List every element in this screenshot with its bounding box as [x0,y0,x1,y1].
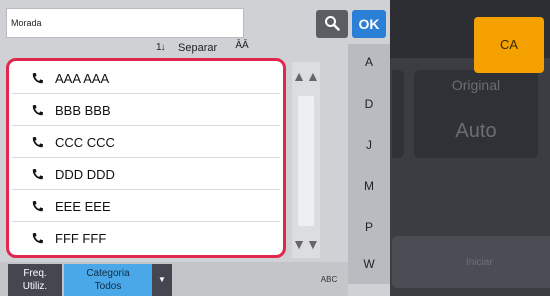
contact-list-item[interactable]: CCC CCC [12,127,280,158]
contact-list-area: AAA AAA BBB BBB CCC CCC DDD DDD EEE EEE … [6,58,286,258]
background-panel [392,70,404,158]
tab-category-line1: Categoria [86,268,130,279]
original-value: Auto [455,120,497,142]
abc-button[interactable]: ABC [316,268,342,292]
tab-frequent-use-line1: Freq. [23,268,47,279]
alphabet-index-item[interactable]: W [348,252,390,276]
sort-button[interactable]: 1↓ Separar [150,40,222,58]
ok-button[interactable]: OK [352,10,386,38]
tab-frequent-use-line2: Utiliz. [22,281,48,292]
double-chevron-up-icon[interactable]: ▲▲ [292,62,320,90]
contact-list-item[interactable]: FFF FFF [12,223,280,254]
list-scrollbar: ▲▲ ▼▼ [292,62,320,258]
tab-category-line2: Todos [94,281,122,292]
alphabet-index-item[interactable]: A [348,50,390,74]
az-sort-icon[interactable]: ĀĀ [230,40,254,58]
original-setting-card: Original Auto [414,70,538,158]
contact-name: CCC CCC [55,135,115,150]
phone-icon [32,136,44,148]
scroll-track[interactable] [298,96,314,226]
search-icon [325,16,340,31]
phone-icon [32,232,44,244]
tab-category[interactable]: Categoria Todos [64,264,152,296]
contact-list: AAA AAA BBB BBB CCC CCC DDD DDD EEE EEE … [6,58,286,258]
contact-name: FFF FFF [55,231,107,246]
alphabet-index-item[interactable]: J [348,133,390,157]
address-book-dialog: Morada OK 1↓ Separar ĀĀ AAA AAA BBB BBB [0,0,390,296]
alphabet-index-item[interactable]: P [348,215,390,239]
contact-name: BBB BBB [55,103,111,118]
tab-frequent-use[interactable]: Freq. Utiliz. [8,264,62,296]
double-chevron-down-icon[interactable]: ▼▼ [292,230,320,258]
contact-list-item[interactable]: AAA AAA [12,63,280,94]
contact-list-item[interactable]: EEE EEE [12,191,280,222]
alphabet-index-item[interactable]: M [348,174,390,198]
chevron-down-icon[interactable]: ▼ [152,264,172,296]
contact-name: EEE EEE [55,199,111,214]
phone-icon [32,104,44,116]
bottom-bar: Freq. Utiliz. Categoria Todos ▼ ABC [0,262,348,296]
sort-label: Separar [178,42,218,54]
contact-name: AAA AAA [55,71,110,86]
contact-list-item[interactable]: BBB BBB [12,95,280,126]
phone-icon [32,200,44,212]
search-field[interactable]: Morada [6,8,244,38]
ca-button[interactable]: CA [474,17,544,73]
search-field-label: Morada [11,18,42,28]
alphabet-index-item[interactable]: D [348,92,390,116]
contact-list-item[interactable]: DDD DDD [12,159,280,190]
search-button[interactable] [316,10,348,38]
iniciar-label: Iniciar [466,257,493,268]
alphabet-index: A D J M P W [348,44,390,284]
phone-icon [32,168,44,180]
phone-icon [32,72,44,84]
contact-name: DDD DDD [55,167,115,182]
sort-order-icon: 1↓ [156,42,166,53]
original-label: Original [451,77,501,93]
